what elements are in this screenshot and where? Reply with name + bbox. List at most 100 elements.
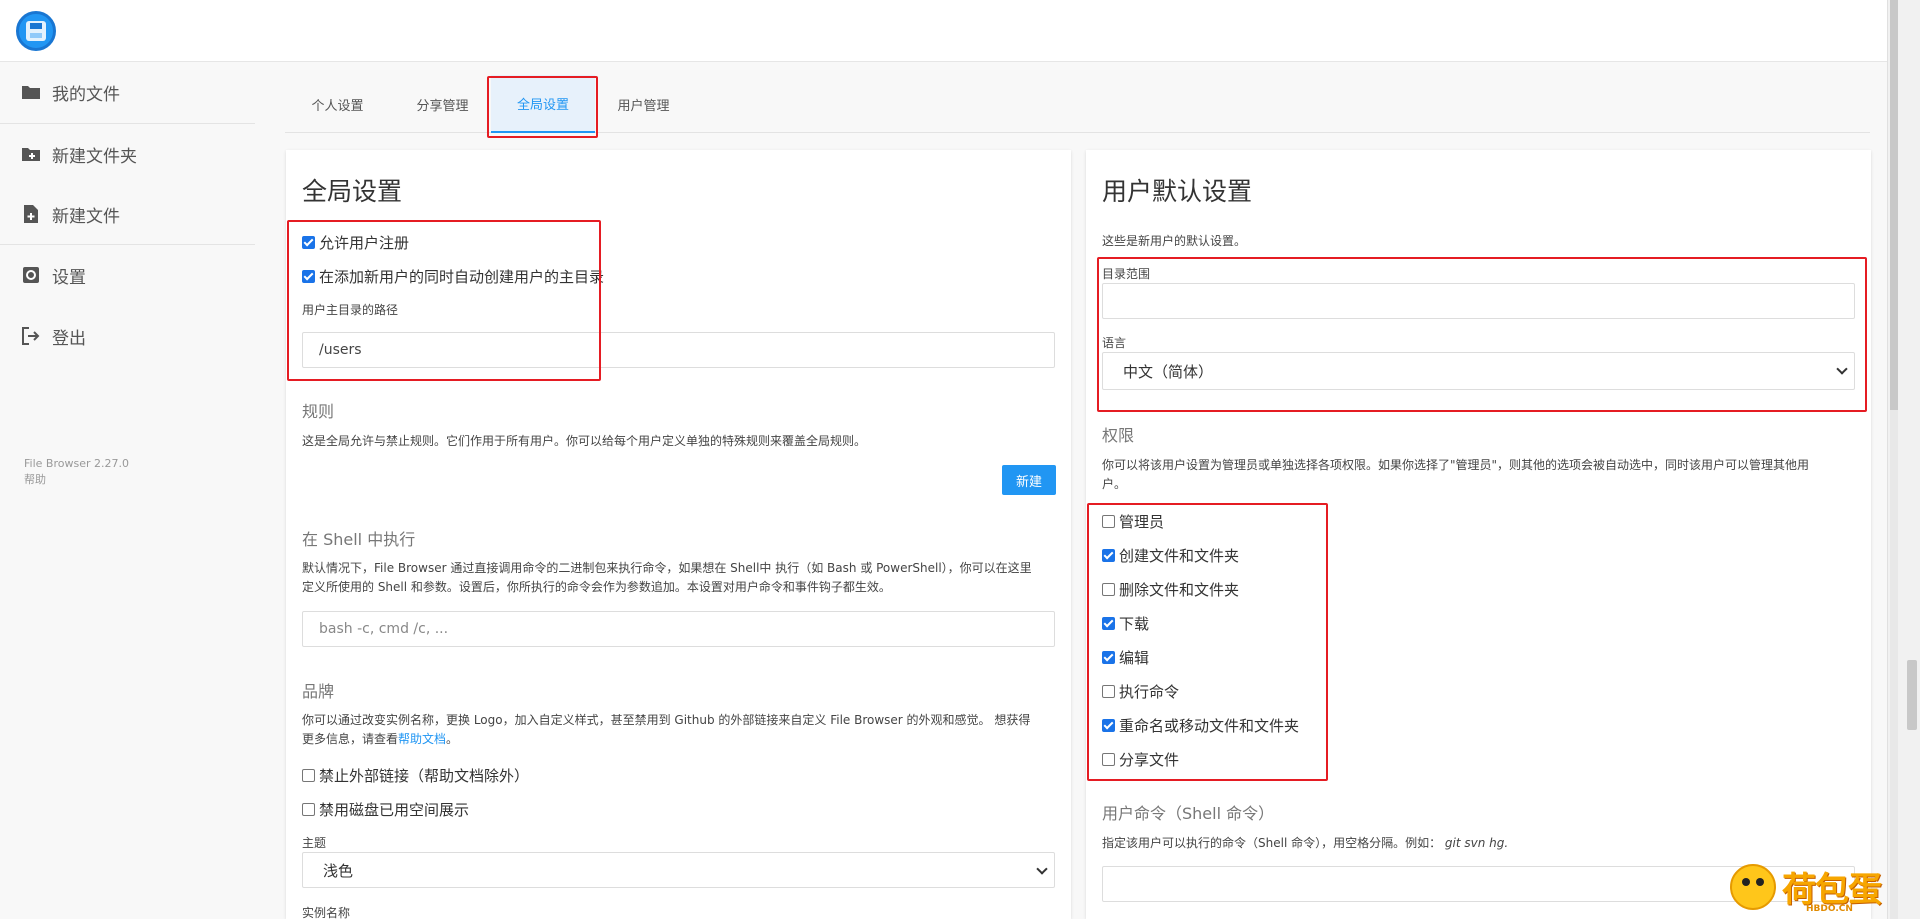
sidebar-item-new-file[interactable]: 新建文件: [0, 184, 255, 244]
chevron-down-icon: [1036, 863, 1048, 875]
checkbox-box[interactable]: [1102, 549, 1115, 562]
disable-external-links-checkbox[interactable]: 禁止外部链接（帮助文档除外）: [302, 765, 529, 786]
tab-shares[interactable]: 分享管理: [390, 75, 495, 133]
floppy-disk-icon: [26, 21, 46, 41]
scope-input[interactable]: [1102, 283, 1855, 319]
folder-icon: [20, 81, 42, 103]
scrollbar-thumb[interactable]: [1890, 0, 1898, 410]
new-folder-icon: [20, 143, 42, 165]
branding-description-line2: 更多信息，请查看帮助文档。: [302, 730, 458, 749]
checkbox-label: 下载: [1119, 615, 1150, 633]
sidebar-item-label: 登出: [52, 328, 86, 349]
help-link[interactable]: 帮助: [24, 472, 129, 488]
mascot-icon: [1730, 864, 1776, 910]
help-docs-link[interactable]: 帮助文档: [398, 732, 446, 746]
chevron-down-icon: [1836, 363, 1848, 375]
language-value: 中文（简体）: [1123, 362, 1214, 381]
checkbox-label: 删除文件和文件夹: [1119, 581, 1240, 599]
sidebar: 我的文件 新建文件夹 新建文件 设置 登出 File Browser 2.27.…: [0, 62, 260, 919]
top-bar: [0, 0, 1887, 62]
branding-text-end: 。: [446, 732, 459, 746]
new-rule-button[interactable]: 新建: [1002, 465, 1056, 495]
settings-icon: [20, 264, 42, 286]
cmd-desc-text: 指定该用户可以执行的命令（Shell 命令），用空格分隔。例如：: [1102, 836, 1442, 850]
checkbox-box[interactable]: [302, 803, 315, 816]
sidebar-item-my-files[interactable]: 我的文件: [0, 62, 255, 122]
logout-icon: [20, 325, 42, 347]
perm-delete-checkbox[interactable]: 删除文件和文件夹: [1102, 579, 1239, 600]
new-file-icon: [20, 203, 42, 225]
home-path-input[interactable]: /users: [302, 332, 1055, 368]
perm-download-checkbox[interactable]: 下载: [1102, 613, 1149, 634]
create-home-dir-checkbox[interactable]: 在添加新用户的同时自动创建用户的主目录: [302, 266, 604, 287]
checkbox-box[interactable]: [302, 236, 315, 249]
perm-rename-checkbox[interactable]: 重命名或移动文件和文件夹: [1102, 715, 1299, 736]
watermark-subtext: HBDO.CN: [1806, 904, 1853, 914]
rules-section-title: 规则: [302, 402, 335, 421]
tab-profile[interactable]: 个人设置: [285, 75, 390, 133]
card-title: 用户默认设置: [1102, 177, 1253, 206]
sidebar-item-label: 设置: [52, 267, 86, 288]
perm-share-checkbox[interactable]: 分享文件: [1102, 749, 1179, 770]
card-title: 全局设置: [302, 177, 403, 206]
theme-select[interactable]: 浅色: [302, 852, 1055, 888]
scrollbar-thumb[interactable]: [1907, 660, 1917, 730]
app-window: 我的文件 新建文件夹 新建文件 设置 登出 File Browser 2.27.…: [0, 0, 1920, 919]
defaults-description: 这些是新用户的默认设置。: [1102, 234, 1247, 248]
permissions-description-line1: 你可以将该用户设置为管理员或单独选择各项权限。如果你选择了"管理员"，则其他的选…: [1102, 458, 1810, 472]
sidebar-item-logout[interactable]: 登出: [0, 306, 255, 366]
shell-section-title: 在 Shell 中执行: [302, 530, 416, 549]
watermark-logo: 荷包蛋 HBDO.CN: [1726, 862, 1916, 917]
checkbox-box[interactable]: [1102, 515, 1115, 528]
checkbox-label: 在添加新用户的同时自动创建用户的主目录: [319, 268, 605, 286]
sidebar-item-label: 我的文件: [52, 84, 120, 105]
branding-section-title: 品牌: [302, 682, 335, 701]
language-select[interactable]: 中文（简体）: [1102, 352, 1855, 390]
instance-name-label: 实例名称: [302, 906, 351, 919]
checkbox-label: 创建文件和文件夹: [1119, 547, 1240, 565]
allow-signup-checkbox[interactable]: 允许用户注册: [302, 232, 409, 253]
checkbox-box[interactable]: [302, 270, 315, 283]
checkbox-box[interactable]: [1102, 651, 1115, 664]
perm-admin-checkbox[interactable]: 管理员: [1102, 511, 1164, 532]
checkbox-box[interactable]: [1102, 753, 1115, 766]
checkbox-box[interactable]: [1102, 719, 1115, 732]
shell-input[interactable]: bash -c, cmd /c, ...: [302, 611, 1055, 647]
language-label: 语言: [1102, 336, 1127, 350]
checkbox-label: 允许用户注册: [319, 234, 410, 252]
checkbox-label: 执行命令: [1119, 683, 1180, 701]
user-defaults-card: 用户默认设置 这些是新用户的默认设置。 目录范围 语言 中文（简体） 权限 你可…: [1086, 150, 1871, 919]
checkbox-label: 重命名或移动文件和文件夹: [1119, 717, 1300, 735]
file-browser-logo[interactable]: [16, 11, 56, 51]
permissions-section-title: 权限: [1102, 426, 1135, 445]
permissions-description-line2: 户。: [1102, 477, 1127, 491]
tab-global-settings[interactable]: 全局设置: [491, 75, 595, 133]
branding-description-line1: 你可以通过改变实例名称，更换 Logo，加入自定义样式，甚至禁用到 Github…: [302, 713, 1031, 727]
sidebar-item-settings[interactable]: 设置: [0, 245, 255, 305]
settings-tabs: 个人设置 分享管理 全局设置 用户管理: [285, 75, 1870, 133]
checkbox-label: 分享文件: [1119, 751, 1180, 769]
perm-create-checkbox[interactable]: 创建文件和文件夹: [1102, 545, 1239, 566]
checkbox-box[interactable]: [302, 769, 315, 782]
checkbox-box[interactable]: [1102, 685, 1115, 698]
checkbox-box[interactable]: [1102, 617, 1115, 630]
user-commands-description: 指定该用户可以执行的命令（Shell 命令），用空格分隔。例如： git svn…: [1102, 834, 1508, 853]
cmd-example: git svn hg.: [1444, 836, 1509, 850]
tab-users[interactable]: 用户管理: [591, 75, 696, 133]
user-commands-section-title: 用户命令（Shell 命令）: [1102, 804, 1275, 823]
perm-execute-checkbox[interactable]: 执行命令: [1102, 681, 1179, 702]
shell-description-line2: 定义所使用的 Shell 和参数。设置后，你所执行的命令会作为参数追加。本设置对…: [302, 580, 891, 594]
rules-description: 这是全局允许与禁止规则。它们作用于所有用户。你可以给每个用户定义单独的特殊规则来…: [302, 434, 867, 448]
version-label: File Browser 2.27.0: [24, 457, 129, 470]
shell-description-line1: 默认情况下，File Browser 通过直接调用命令的二进制包来执行命令，如果…: [302, 561, 1032, 575]
sidebar-item-new-folder[interactable]: 新建文件夹: [0, 124, 255, 184]
scope-label: 目录范围: [1102, 267, 1151, 281]
disable-disk-usage-checkbox[interactable]: 禁用磁盘已用空间展示: [302, 799, 469, 820]
checkbox-label: 管理员: [1119, 513, 1165, 531]
checkbox-box[interactable]: [1102, 583, 1115, 596]
version-info: File Browser 2.27.0 帮助: [24, 456, 129, 488]
perm-modify-checkbox[interactable]: 编辑: [1102, 647, 1149, 668]
page-scrollbar[interactable]: [1887, 0, 1920, 919]
checkbox-label: 禁止外部链接（帮助文档除外）: [319, 767, 530, 785]
global-settings-card: 全局设置 允许用户注册 在添加新用户的同时自动创建用户的主目录 用户主目录的路径…: [286, 150, 1071, 919]
